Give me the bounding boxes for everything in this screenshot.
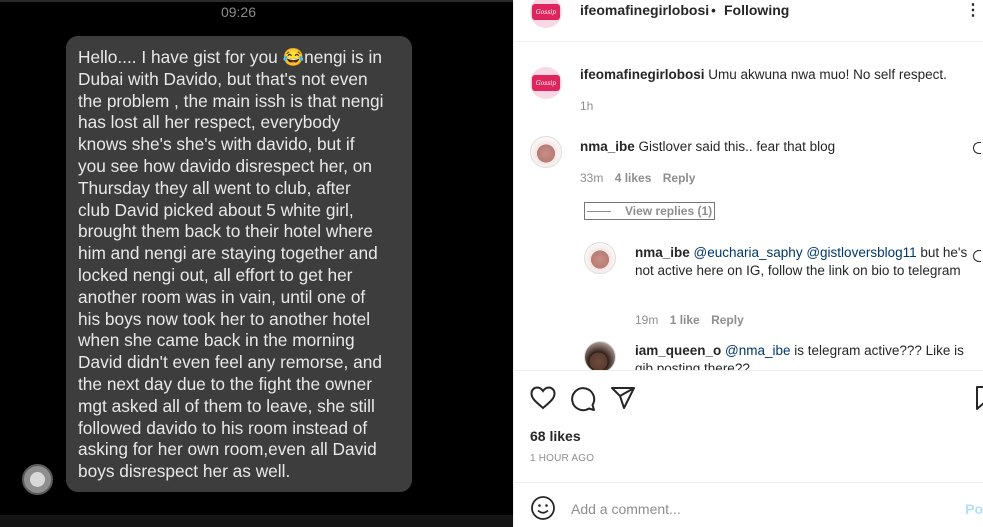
header-separator: • (711, 2, 716, 18)
avatar-logo-text: Gossip (532, 4, 560, 20)
caption: ifeomafinegirlobosi Umu akwuna nwa muo! … (580, 66, 970, 84)
message-line: the problem , the main issh is that neng… (78, 90, 384, 111)
caption-username[interactable]: ifeomafinegirlobosi (580, 67, 705, 82)
reply: iam_queen_o @nma_ibe is telegram active?… (635, 342, 975, 370)
message-line: club David picked about 5 white girl, (78, 199, 354, 220)
comment-text: Gistlover said this.. fear that blog (638, 139, 836, 154)
bookmark-icon[interactable] (975, 385, 983, 411)
caption-avatar[interactable]: Gossip (530, 67, 562, 99)
message-line: David didn't even feel any remorse, and (78, 352, 382, 373)
commenter-avatar[interactable] (530, 136, 562, 168)
reply-username[interactable]: nma_ibe (635, 245, 690, 260)
more-options-icon[interactable]: ⋮ (965, 0, 981, 20)
reply-avatar[interactable] (584, 242, 616, 274)
author-username[interactable]: ifeomafinegirlobosi (580, 2, 709, 18)
message-line: his boys now took her to another hotel (78, 308, 371, 329)
comment-input[interactable]: Add a comment... (571, 501, 681, 517)
caption-text: Umu akwuna nwa muo! No self respect. (708, 67, 947, 82)
message-line: another room was in vain, until one of (78, 286, 366, 307)
following-button[interactable]: Following (724, 2, 789, 18)
view-replies-dash (587, 211, 611, 213)
message-line: him and nengi are staying together and (78, 243, 378, 264)
message-line: Dubai with Davido, but that's not even (78, 68, 368, 89)
caption-time: 1h (580, 99, 594, 113)
reply-meta: 19m 1 like Reply (635, 313, 744, 327)
reply-likes[interactable]: 1 like (670, 313, 700, 327)
reply-username[interactable]: iam_queen_o (635, 343, 721, 358)
mention-link[interactable]: @gistloversblog11 (806, 245, 916, 260)
comment-username[interactable]: nma_ibe (580, 139, 635, 154)
mention-link[interactable]: @eucharia_saphy (694, 245, 803, 260)
post-header: Gossip ifeomafinegirlobosi • Following ⋮ (514, 0, 983, 42)
message-line: Thursday they all went to club, after (78, 177, 351, 198)
message-line: the next day due to the fight the owner (78, 373, 372, 394)
status-time: 09:26 (220, 4, 257, 20)
message-line: has lost all her respect, everybody (78, 112, 341, 133)
view-replies-label: View replies (1) (625, 204, 713, 218)
message-line: when she came back in the morning (78, 330, 355, 351)
sender-avatar (22, 464, 53, 495)
comment-meta: 33m 4 likes Reply (580, 171, 695, 185)
view-replies-button[interactable]: View replies (1) (584, 202, 716, 220)
comment-reply-button[interactable]: Reply (663, 171, 696, 185)
status-bar-line (0, 0, 513, 2)
message-line: you see how davido disrespect her, on (78, 155, 372, 176)
reply-like-icon[interactable] (973, 250, 981, 262)
message-line: boys disrespect her as well. (78, 461, 291, 482)
post-image[interactable]: 09:26 Hello.... I have gist for you 😂nen… (0, 0, 513, 527)
comment-like-icon[interactable] (973, 142, 981, 154)
heart-icon[interactable] (530, 386, 556, 410)
comments-list[interactable]: Gossip ifeomafinegirlobosi Umu akwuna nw… (514, 43, 983, 370)
message-line: followed davido to his room instead of (78, 417, 368, 438)
add-comment-bar: Add a comment... Po (514, 482, 983, 527)
share-icon[interactable] (610, 386, 636, 410)
message-line: brought them back to their hotel where (78, 221, 373, 242)
reply-time: 19m (635, 313, 659, 327)
message-line: Hello.... I have gist for you 😂nengi is … (78, 47, 382, 67)
emoji-icon[interactable] (530, 495, 556, 521)
comment: nma_ibe Gistlover said this.. fear that … (580, 138, 960, 156)
mention-link[interactable]: @nma_ibe (725, 343, 791, 358)
post-sidebar: Gossip ifeomafinegirlobosi • Following ⋮… (513, 0, 983, 527)
post-actions: 68 likes 1 HOUR AGO (514, 370, 983, 490)
reply-avatar[interactable] (584, 341, 616, 370)
comment-icon[interactable] (570, 386, 596, 412)
author-avatar[interactable]: Gossip (530, 0, 562, 28)
comment-time: 33m (580, 171, 604, 185)
photo-bottom-bar (0, 515, 513, 527)
reply-reply-button[interactable]: Reply (711, 313, 744, 327)
post-comment-button[interactable]: Po (965, 501, 983, 517)
comment-likes[interactable]: 4 likes (615, 171, 652, 185)
message-bubble: Hello.... I have gist for you 😂nengi is … (66, 36, 412, 492)
likes-count[interactable]: 68 likes (530, 428, 581, 444)
avatar-logo-text: Gossip (532, 75, 560, 91)
message-line: knows she's she's with davido, but if (78, 134, 355, 155)
post-time: 1 HOUR AGO (530, 453, 595, 464)
message-line: locked nengi out, all effort to get her (78, 264, 353, 285)
message-line: mgt asked all of them to leave, she stil… (78, 395, 375, 416)
message-line: asking for her own room,even all David (78, 439, 377, 460)
reply: nma_ibe @eucharia_saphy @gistloversblog1… (635, 244, 975, 280)
